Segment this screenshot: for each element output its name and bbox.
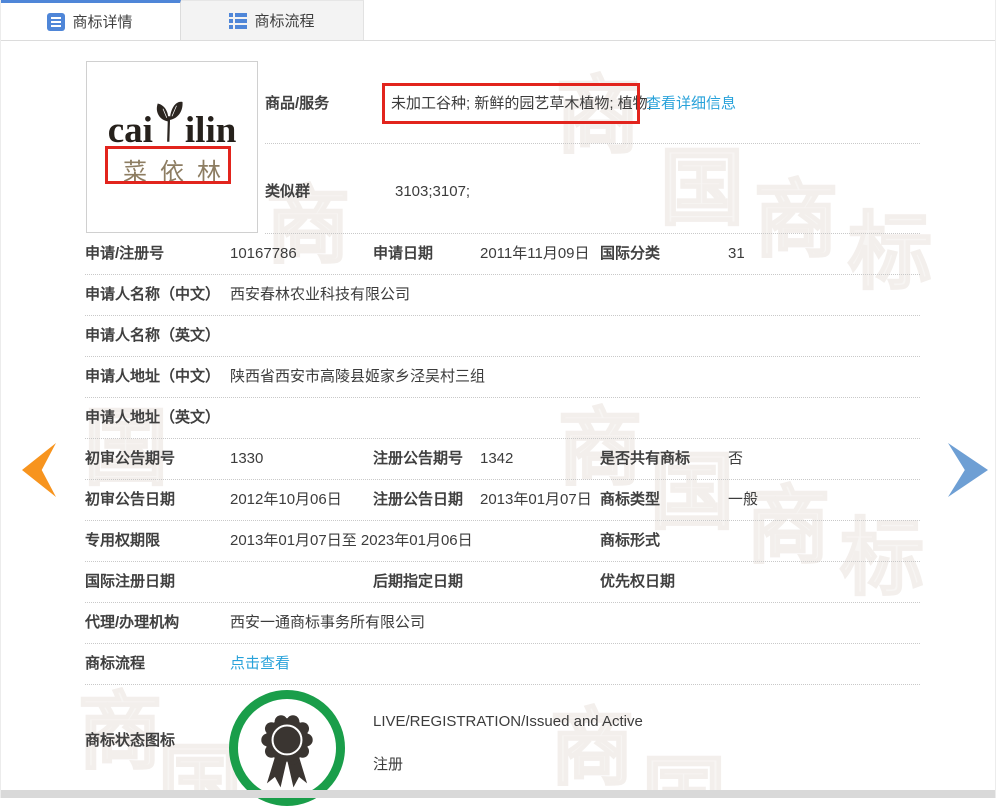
- field-value: 1342: [480, 439, 513, 479]
- table-row: 国际注册日期 后期指定日期 优先权日期: [85, 562, 920, 603]
- table-row: 初审公告日期 2012年10月06日 注册公告日期 2013年01月07日 商标…: [85, 480, 920, 521]
- field-label: 商标形式: [600, 521, 660, 561]
- field-value: 否: [728, 439, 743, 479]
- field-label: 注册公告期号: [373, 439, 463, 479]
- status-text-en: LIVE/REGISTRATION/Issued and Active: [373, 713, 643, 730]
- field-label: 代理/办理机构: [85, 603, 179, 643]
- field-label: 国际注册日期: [85, 562, 175, 602]
- tab-trademark-details[interactable]: 商标详情: [0, 0, 181, 40]
- field-value: 陕西省西安市高陵县姬家乡泾吴村三组: [230, 357, 485, 397]
- view-details-link[interactable]: 查看详细信息: [646, 83, 736, 124]
- field-value: 2013年01月07日至 2023年01月06日: [230, 521, 473, 561]
- field-label: 申请人名称（英文）: [85, 316, 220, 356]
- trademark-latin-text: cai ilin: [87, 100, 257, 149]
- tab-trademark-process[interactable]: 商标流程: [181, 0, 364, 40]
- field-label: 初审公告期号: [85, 439, 175, 479]
- field-label: 优先权日期: [600, 562, 675, 602]
- field-value: 一般: [728, 480, 758, 520]
- field-label: 申请人地址（英文）: [85, 398, 220, 438]
- table-row: 专用权期限 2013年01月07日至 2023年01月06日 商标形式: [85, 521, 920, 562]
- field-value: 西安一通商标事务所有限公司: [230, 603, 425, 643]
- tab-label: 商标流程: [254, 10, 314, 31]
- tab-bar: 商标详情 商标流程: [0, 0, 996, 41]
- similar-group-label: 类似群: [265, 171, 310, 212]
- view-process-link[interactable]: 点击查看: [230, 644, 290, 684]
- divider: [265, 143, 920, 144]
- document-lines-icon: [47, 13, 65, 31]
- field-value: 2011年11月09日: [480, 234, 590, 274]
- field-label: 专用权期限: [85, 521, 160, 561]
- registration-badge-icon: [229, 690, 345, 806]
- field-label: 申请日期: [373, 234, 433, 274]
- table-row: 商标流程 点击查看: [85, 644, 920, 685]
- field-value: 2012年10月06日: [230, 480, 342, 520]
- logo-text-right: ilin: [185, 112, 236, 149]
- logo-text-left: cai: [108, 112, 153, 149]
- field-label: 是否共有商标: [600, 439, 690, 479]
- field-value: 西安春林农业科技有限公司: [230, 275, 410, 315]
- field-label: 申请人名称（中文）: [85, 275, 220, 315]
- goods-services-label: 商品/服务: [265, 83, 329, 124]
- goods-services-value: 未加工谷种; 新鲜的园艺草木植物; 植物;: [391, 83, 652, 124]
- list-icon: [229, 12, 247, 30]
- field-label: 后期指定日期: [373, 562, 463, 602]
- field-value: 2013年01月07日: [480, 480, 592, 520]
- table-row: 申请/注册号 10167786 申请日期 2011年11月09日 国际分类 31: [85, 234, 920, 275]
- table-row: 申请人地址（英文）: [85, 398, 920, 439]
- field-value: 10167786: [230, 234, 297, 274]
- tree-leaves-icon: [154, 100, 184, 153]
- status-row: 商标状态图标 LIVE/REG: [85, 685, 920, 801]
- horizontal-scrollbar[interactable]: [0, 790, 996, 798]
- field-label: 注册公告日期: [373, 480, 463, 520]
- field-value: 1330: [230, 439, 263, 479]
- trademark-chinese-text: 菜依林: [87, 152, 257, 187]
- table-row: 申请人名称（英文）: [85, 316, 920, 357]
- status-text-cn: 注册: [373, 753, 403, 774]
- field-label: 国际分类: [600, 234, 660, 274]
- field-label: 申请/注册号: [85, 234, 164, 274]
- detail-rows: 申请/注册号 10167786 申请日期 2011年11月09日 国际分类 31…: [85, 234, 920, 801]
- similar-group-value: 3103;3107;: [395, 171, 470, 212]
- trademark-detail-panel: cai ilin 菜依林 商品/服务 未加工谷种; 新鲜的园艺草木植物; 植物;…: [0, 41, 996, 790]
- field-label: 申请人地址（中文）: [85, 357, 220, 397]
- trademark-image: cai ilin 菜依林: [86, 61, 258, 233]
- table-row: 代理/办理机构 西安一通商标事务所有限公司: [85, 603, 920, 644]
- status-icon-label: 商标状态图标: [85, 729, 175, 750]
- field-label: 商标类型: [600, 480, 660, 520]
- table-row: 初审公告期号 1330 注册公告期号 1342 是否共有商标 否: [85, 439, 920, 480]
- field-label: 初审公告日期: [85, 480, 175, 520]
- field-label: 商标流程: [85, 644, 145, 684]
- field-value: 31: [728, 234, 745, 274]
- table-row: 申请人名称（中文） 西安春林农业科技有限公司: [85, 275, 920, 316]
- table-row: 申请人地址（中文） 陕西省西安市高陵县姬家乡泾吴村三组: [85, 357, 920, 398]
- tab-label: 商标详情: [72, 11, 132, 32]
